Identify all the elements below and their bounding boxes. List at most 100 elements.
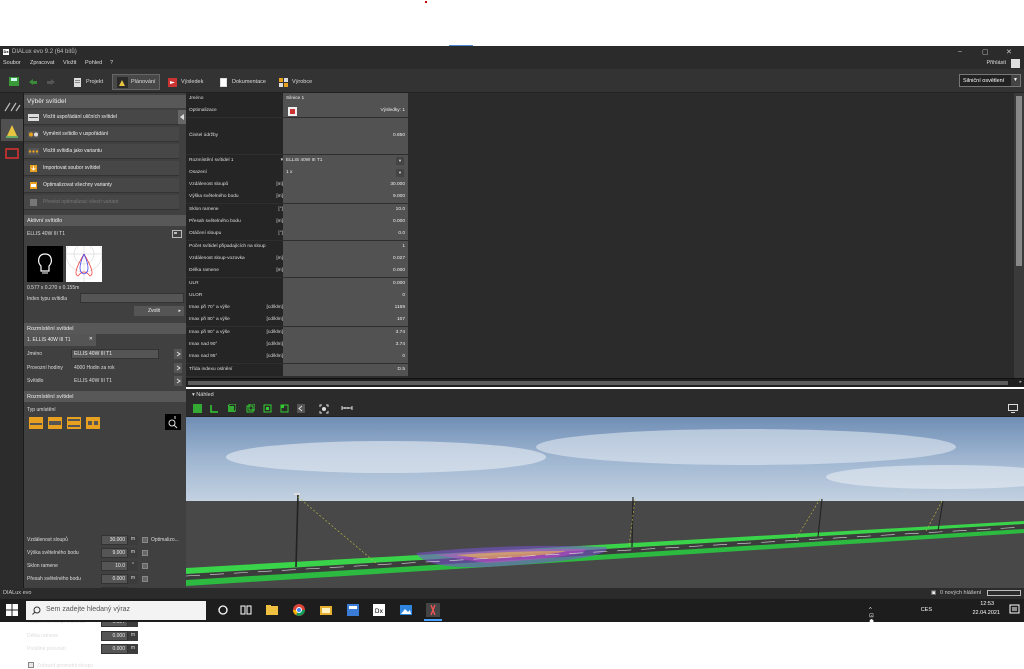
road-lighting-select[interactable]: Silniční osvětlení ▼ — [959, 74, 1021, 87]
arrow-right-icon[interactable] — [174, 363, 182, 373]
arrow-right-icon[interactable] — [174, 376, 182, 386]
minimize-button[interactable]: – — [958, 48, 962, 55]
row-value-cell[interactable] — [283, 265, 408, 278]
menu-pohled[interactable]: Pohled — [85, 60, 102, 66]
scrollbar-thumb[interactable] — [1016, 96, 1022, 266]
field-input[interactable]: 10.0 — [101, 561, 128, 571]
redo-icon[interactable] — [46, 77, 56, 86]
table-row[interactable]: Délka ramene [m] 0.000 — [186, 265, 408, 278]
undo-icon[interactable] — [28, 77, 38, 86]
name-input[interactable]: ELLIS 40W III T1 — [71, 349, 159, 359]
field-input[interactable]: 9.000 — [101, 548, 128, 558]
tray-icons[interactable]: ^ ⊡ ☗ ♪ ◁ — [869, 607, 874, 637]
row-value-cell[interactable] — [283, 191, 408, 204]
transfer-optimization-button[interactable]: Převést optimalizaci všech variant — [24, 195, 179, 210]
placement-double-icon[interactable] — [48, 417, 62, 429]
optimization-icon[interactable] — [288, 107, 297, 117]
snipping-icon[interactable] — [426, 603, 440, 617]
dialux-taskbar-icon[interactable]: Dx — [372, 603, 386, 617]
show-geometry-checkbox[interactable] — [28, 662, 34, 668]
table-row[interactable]: Počet svítidel připadajících na sloup 1 — [186, 240, 408, 253]
close-tab-icon[interactable]: ✕ — [89, 336, 93, 342]
row-value-cell[interactable] — [283, 351, 408, 364]
notification-icon[interactable] — [1009, 604, 1020, 615]
row-value-cell[interactable] — [283, 228, 408, 241]
windows-start-icon[interactable] — [6, 604, 18, 616]
import-luminaire-button[interactable]: Importovat soubor svítidel — [24, 161, 179, 176]
dropdown-icon[interactable]: ▼ — [396, 156, 404, 165]
row-value-cell[interactable] — [283, 314, 408, 327]
view-side-icon[interactable] — [246, 404, 255, 413]
table-row[interactable]: Imax nad 95° [cd/klm] 0 — [186, 351, 408, 364]
view-back-icon[interactable] — [280, 404, 289, 413]
row-value-cell[interactable] — [283, 166, 408, 179]
save-icon[interactable] — [9, 77, 19, 86]
row-value-cell[interactable] — [283, 203, 408, 216]
field-input[interactable]: 0.000 — [101, 644, 128, 654]
row-value-cell[interactable] — [283, 339, 408, 351]
table-row[interactable]: Osazení 1 x ▼ — [186, 166, 408, 179]
lock-checkbox[interactable] — [142, 550, 148, 556]
close-button[interactable]: ✕ — [1006, 48, 1012, 56]
arrow-right-icon[interactable] — [174, 349, 182, 359]
table-row[interactable]: Třída indexu oslnění D.5 — [186, 363, 408, 376]
lock-checkbox[interactable] — [142, 563, 148, 569]
table-row[interactable]: Optimalizace Výsledky: 1 — [186, 105, 408, 118]
table-row[interactable]: Jméno Silnice 1 — [186, 93, 408, 105]
row-value-cell[interactable] — [283, 216, 408, 228]
row-value-cell[interactable] — [283, 117, 408, 130]
view-top-icon[interactable] — [263, 404, 272, 413]
field-input[interactable]: 0.000 — [101, 574, 128, 584]
file-explorer-icon[interactable] — [265, 603, 279, 617]
placement-opposite-icon[interactable] — [67, 417, 81, 429]
clock-time[interactable]: 12:53 — [980, 601, 994, 607]
placement-single-icon[interactable] — [29, 417, 43, 429]
row-value-cell[interactable] — [283, 129, 408, 142]
placement-staggered-icon[interactable] — [86, 417, 100, 429]
view-cube-icon[interactable] — [227, 404, 236, 413]
view-prev-icon[interactable] — [297, 404, 305, 413]
row-value-cell[interactable] — [283, 326, 408, 339]
table-row[interactable]: Vzdálenost sloup-vozovka [m] 0.027 — [186, 252, 408, 265]
language-indicator[interactable]: CES — [921, 607, 932, 613]
table-row[interactable]: Přesah světelného bodu [m] 0.000 — [186, 216, 408, 228]
cortana-icon[interactable] — [216, 603, 230, 617]
menu-help[interactable]: ? — [110, 60, 113, 66]
horizontal-scrollbar[interactable]: ▸ — [186, 378, 1024, 387]
table-row[interactable]: Rozmístění svítidel 1 ▾ ELLIS 40W III T1 ▼ — [186, 154, 408, 167]
row-value-cell[interactable] — [283, 277, 408, 290]
dropdown-icon[interactable]: ▼ — [396, 168, 404, 177]
insert-variant-button[interactable]: Vložit svítidla jako variantu — [24, 144, 179, 159]
calculator-icon[interactable] — [346, 603, 360, 617]
row-value-cell[interactable] — [283, 240, 408, 253]
luminaire-details-icon[interactable] — [172, 230, 182, 238]
row-value-cell[interactable] — [283, 142, 408, 155]
row-value-cell[interactable] — [283, 363, 408, 376]
select-luminaire-button[interactable]: Zvolit ▸ — [134, 306, 184, 316]
measure-icon[interactable] — [341, 404, 353, 414]
type-index-input[interactable] — [80, 293, 184, 303]
3d-preview-viewport[interactable] — [186, 417, 1024, 588]
tab-planovani[interactable]: Plánování — [112, 74, 161, 90]
scrollbar-thumb[interactable] — [188, 381, 1008, 385]
table-row[interactable] — [186, 117, 408, 130]
table-row[interactable]: Otáčení sloupu [°] 0.0 — [186, 228, 408, 241]
measure-tool-icon[interactable] — [1, 95, 23, 117]
lock-checkbox[interactable] — [142, 537, 148, 543]
row-value-cell[interactable] — [283, 252, 408, 265]
folder-icon[interactable] — [319, 603, 333, 617]
table-row[interactable]: ULR 0.000 — [186, 277, 408, 290]
replace-luminaire-button[interactable]: Vyměnit svítidlo v uspořádání — [24, 127, 179, 142]
tab-vysledek[interactable]: Výsledek — [163, 74, 207, 90]
calc-objects-icon[interactable] — [1, 143, 23, 165]
optimize-variants-button[interactable]: Optimalizovat všechny varianty — [24, 178, 179, 193]
table-row[interactable]: Imax při 70° a výše [cd/klm] 1169 — [186, 302, 408, 315]
table-row[interactable]: Imax nad 90° [cd/klm] 3.74 — [186, 339, 408, 351]
zoom-fit-icon[interactable] — [319, 404, 329, 414]
tab-vyrobce[interactable]: Výrobce — [274, 74, 316, 90]
lock-checkbox[interactable] — [142, 576, 148, 582]
clock-date[interactable]: 22.04.2021 — [972, 610, 1000, 616]
table-row[interactable]: Imax při 90° a výše [cd/klm] 3.74 — [186, 326, 408, 339]
chrome-icon[interactable] — [292, 603, 306, 617]
fullscreen-icon[interactable] — [1008, 404, 1018, 413]
